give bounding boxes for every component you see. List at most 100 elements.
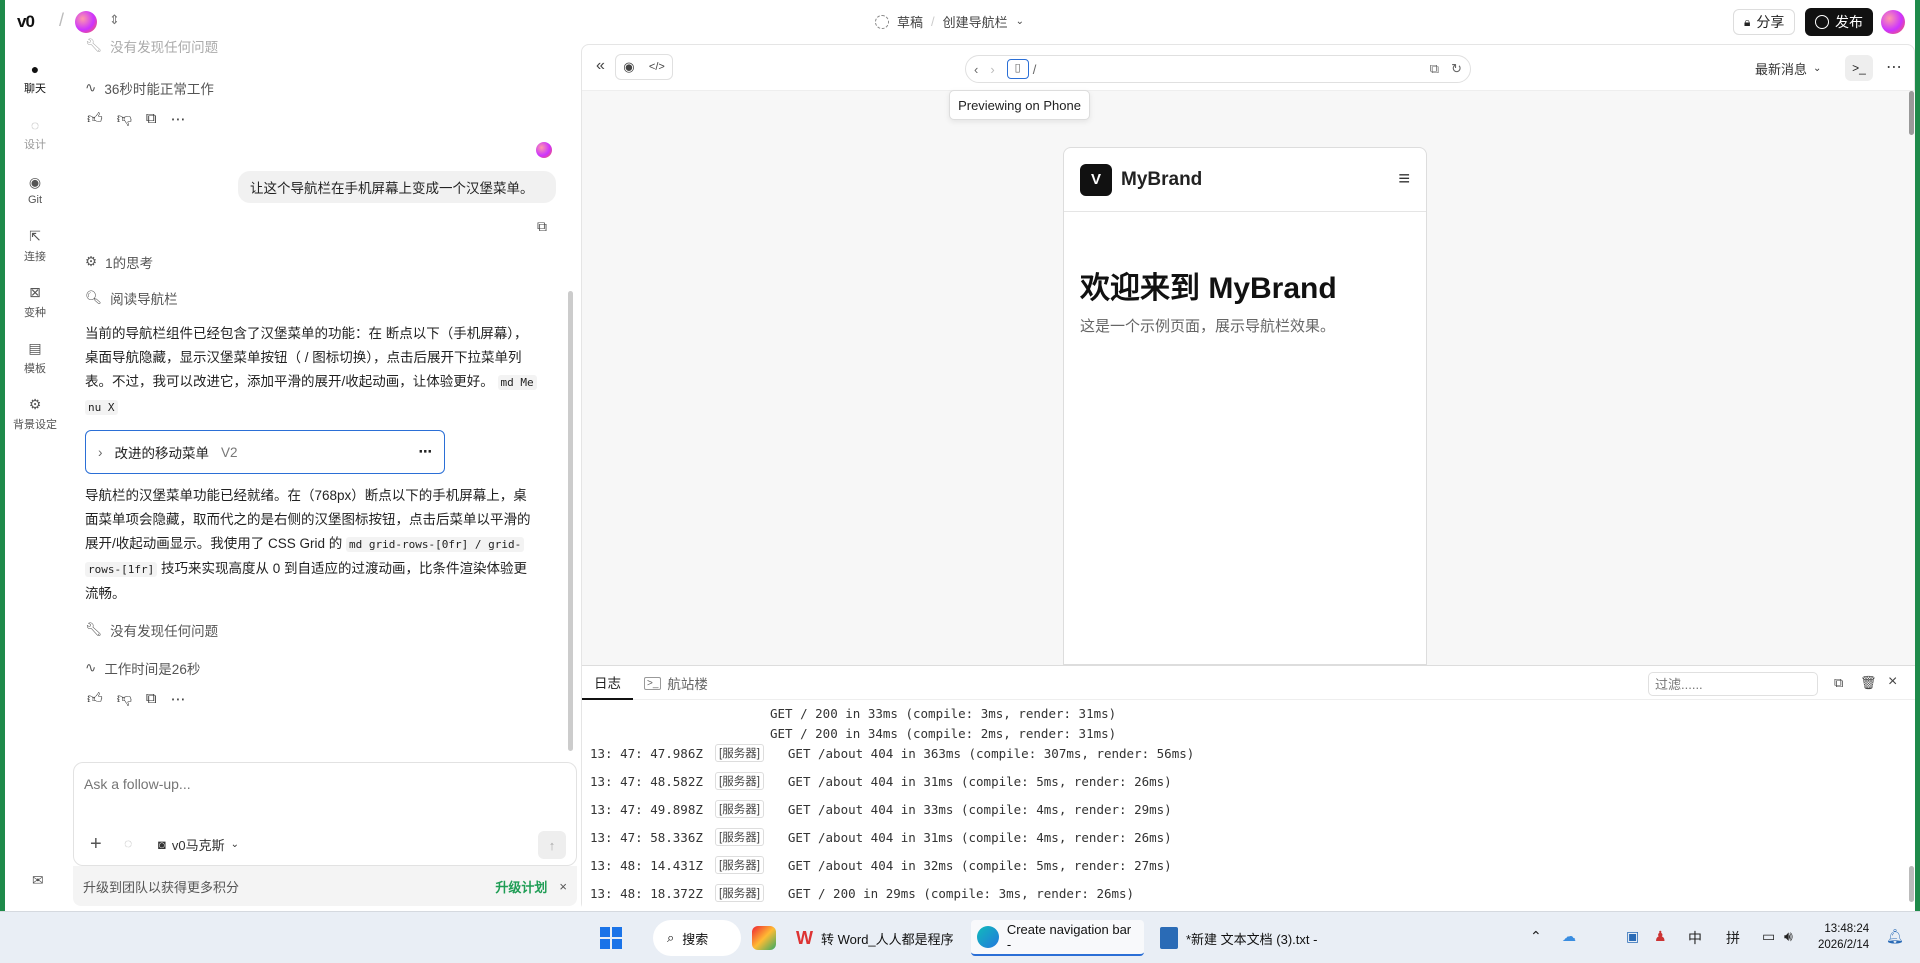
thumbs-up-icon[interactable]: 👍︎ bbox=[87, 690, 103, 708]
feedback-row: 👍︎ 👎︎ ⧉ ⋯ bbox=[87, 690, 186, 708]
read-row[interactable]: 🔍︎ 阅读导航栏 bbox=[85, 288, 178, 308]
cloud-icon[interactable]: ☁ bbox=[1562, 928, 1576, 945]
more-icon[interactable]: ⋯ bbox=[171, 110, 186, 128]
send-button[interactable]: ↑ bbox=[538, 831, 566, 859]
mail-icon[interactable]: ✉ bbox=[32, 872, 44, 889]
forward-icon[interactable]: › bbox=[990, 62, 994, 77]
copilot-app[interactable] bbox=[752, 920, 776, 956]
terminal-icon: >_ bbox=[1852, 61, 1866, 75]
preview-scrollbar[interactable] bbox=[1909, 91, 1914, 135]
log-line: GET / 200 in 34ms (compile: 2ms, render:… bbox=[590, 726, 1116, 741]
eye-icon[interactable]: ◉ bbox=[623, 59, 634, 75]
refresh-icon[interactable]: ↻ bbox=[1451, 61, 1462, 77]
open-external-icon[interactable]: ⧉ bbox=[1430, 61, 1439, 77]
back-icon[interactable]: ‹ bbox=[974, 62, 978, 77]
terminal-button[interactable]: >_ bbox=[1845, 55, 1873, 81]
tab-terminal[interactable]: >_ 航站楼 bbox=[644, 666, 708, 700]
publish-button[interactable]: 发布 bbox=[1805, 8, 1873, 36]
chevron-down-icon[interactable]: ⌄ bbox=[1016, 16, 1024, 27]
para-line: 面菜单项会隐藏，取而代之的是右侧的汉堡图标按钮，点击后菜单以平滑的 bbox=[85, 512, 531, 527]
team-avatar[interactable] bbox=[75, 11, 97, 33]
activity-icon: ∿ bbox=[85, 660, 97, 675]
github-icon: ◉ bbox=[28, 174, 42, 190]
start-button[interactable] bbox=[600, 920, 622, 956]
log-tag: [服务器] bbox=[715, 884, 764, 902]
chevron-up-icon[interactable]: ⌃ bbox=[1530, 928, 1542, 945]
close-icon[interactable]: × bbox=[1888, 673, 1897, 691]
mock-heading: 欢迎来到 MyBrand bbox=[1080, 272, 1337, 305]
copy-icon[interactable]: ⧉ bbox=[146, 110, 157, 128]
chat-scrollbar[interactable] bbox=[568, 291, 573, 751]
network-icon[interactable]: ▭ bbox=[1762, 928, 1775, 945]
taskbar-app-word[interactable]: W 转 Word_人人都是程序 bbox=[796, 920, 954, 956]
taskbar-app-notepad[interactable]: *新建 文本文档 (3).txt - bbox=[1160, 920, 1317, 956]
log-filter-input[interactable] bbox=[1648, 672, 1818, 696]
url-path[interactable]: / bbox=[1033, 62, 1037, 77]
plus-icon[interactable]: + bbox=[90, 833, 102, 856]
rail-item-git[interactable]: ◉ Git bbox=[5, 162, 65, 218]
rail-item-vars[interactable]: ⊠ 变种 bbox=[5, 274, 65, 330]
terminal-icon: >_ bbox=[644, 676, 662, 690]
collapse-icon[interactable]: « bbox=[596, 57, 605, 75]
latest-dropdown[interactable]: 最新消息 ⌄ bbox=[1755, 59, 1821, 78]
tab-log[interactable]: 日志 bbox=[582, 666, 633, 700]
user-avatar[interactable] bbox=[1881, 10, 1905, 34]
more-icon[interactable]: ⋯ bbox=[1886, 57, 1902, 77]
version-card[interactable]: › 改进的移动菜单 V2 ⋯ bbox=[85, 430, 445, 474]
para-line: 桌面导航隐藏，显示汉堡菜单按钮（ / 图标切换），点击后展开下拉菜单列 bbox=[85, 350, 522, 365]
code-icon[interactable]: </> bbox=[649, 61, 665, 73]
trash-icon[interactable]: 🗑︎ bbox=[1860, 675, 1877, 691]
rail-item-chat[interactable]: ● 聊天 bbox=[5, 50, 65, 106]
ime-pinyin[interactable]: 拼 bbox=[1726, 928, 1740, 948]
search-label: 搜索 bbox=[682, 931, 709, 947]
card-version: V2 bbox=[221, 444, 238, 460]
more-icon[interactable]: ⋯ bbox=[419, 444, 433, 460]
share-button[interactable]: 🔒︎ 分享 bbox=[1733, 9, 1796, 35]
follow-up-input[interactable] bbox=[84, 773, 564, 795]
project-title[interactable]: 创建导航栏 bbox=[943, 12, 1008, 31]
rail-item-settings[interactable]: ⚙ 背景设定 bbox=[5, 386, 65, 442]
log-scrollbar[interactable] bbox=[1909, 866, 1914, 902]
thumbs-up-icon[interactable]: 👍︎ bbox=[87, 110, 103, 128]
log-line: GET / 200 in 33ms (compile: 3ms, render:… bbox=[590, 706, 1116, 721]
thumbs-down-icon[interactable]: 👎︎ bbox=[117, 110, 132, 128]
arrow-up-icon: ↑ bbox=[548, 837, 556, 853]
copy-icon[interactable]: ⧉ bbox=[146, 690, 157, 708]
copy-icon[interactable]: ⧉ bbox=[537, 218, 547, 235]
upgrade-link[interactable]: 升级计划 bbox=[495, 877, 547, 896]
template-icon: ▤ bbox=[28, 340, 42, 356]
phone-frame: V MyBrand ≡ 欢迎来到 MyBrand 这是一个示例页面，展示导航栏效… bbox=[1063, 147, 1427, 665]
notification-bell-icon[interactable]: 🔔︎ bbox=[1886, 928, 1904, 945]
brand-name[interactable]: MyBrand bbox=[1121, 169, 1202, 191]
app-tray-icon[interactable]: ▣ bbox=[1626, 928, 1639, 945]
taskbar-search[interactable]: ⌕ 搜索 bbox=[653, 920, 741, 956]
separator: / bbox=[931, 14, 935, 29]
rail-item-design[interactable]: ◌ 设计 bbox=[5, 106, 65, 162]
volume-icon[interactable]: 🔊︎ bbox=[1784, 928, 1793, 945]
ime-mode[interactable]: 中 bbox=[1688, 928, 1702, 948]
team-switch-icon[interactable]: ⇕ bbox=[109, 12, 120, 28]
qq-icon[interactable]: ♟ bbox=[1654, 928, 1667, 945]
latest-label: 最新消息 bbox=[1755, 62, 1808, 77]
copy-icon[interactable]: ⧉ bbox=[1834, 675, 1843, 691]
taskbar-app-edge[interactable]: Create navigation bar - bbox=[971, 920, 1144, 956]
close-icon[interactable]: × bbox=[559, 879, 567, 894]
inline-code: rows-[1fr] bbox=[85, 562, 158, 577]
design-mode-icon[interactable]: ◌ bbox=[124, 835, 132, 851]
thought-row[interactable]: ⚙ 1的思考 bbox=[85, 252, 153, 272]
more-icon[interactable]: ⋯ bbox=[171, 690, 186, 708]
hamburger-icon[interactable]: ≡ bbox=[1398, 168, 1410, 191]
model-selector[interactable]: ◙ v0马克斯 ⌄ bbox=[158, 835, 239, 854]
log-message: GET /about 404 in 32ms (compile: 5ms, re… bbox=[787, 857, 1172, 873]
cut-off-status: 🔧︎ 没有发现任何问题 bbox=[85, 36, 218, 56]
rail-item-template[interactable]: ▤ 模板 bbox=[5, 330, 65, 386]
rail-item-connect[interactable]: ⇱ 连接 bbox=[5, 218, 65, 274]
draft-label[interactable]: 草稿 bbox=[897, 12, 923, 31]
phone-icon[interactable]: ▯ bbox=[1006, 59, 1029, 79]
user-msg-avatar bbox=[536, 142, 552, 158]
brain-icon: ⚙ bbox=[85, 254, 98, 269]
clock[interactable]: 13:48:24 2026/2/14 bbox=[1818, 921, 1869, 953]
v0-logo[interactable]: v0 bbox=[17, 12, 35, 32]
log-message: GET / 200 in 33ms (compile: 3ms, render:… bbox=[770, 706, 1117, 721]
thumbs-down-icon[interactable]: 👎︎ bbox=[117, 690, 132, 708]
